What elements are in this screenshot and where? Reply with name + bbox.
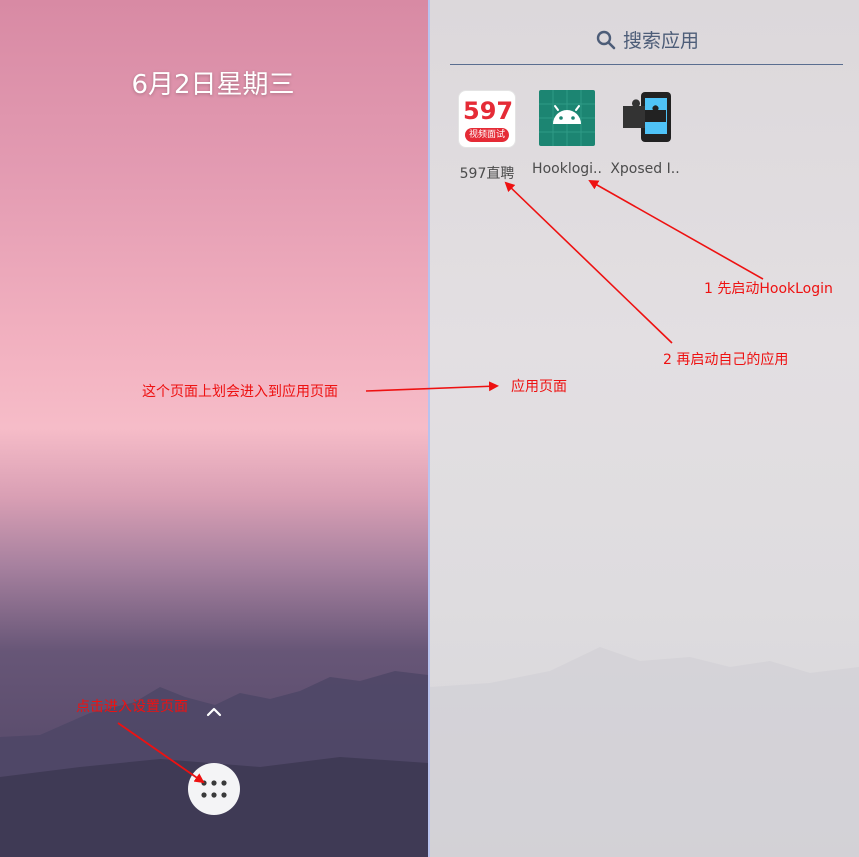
- app-597zhipin[interactable]: 597 视频面试 597直聘: [447, 90, 527, 183]
- xposed-puzzle-app-icon: [617, 90, 673, 146]
- annotation-swipe-up: 这个页面上划会进入到应用页面: [142, 384, 338, 400]
- home-screen[interactable]: 6月2日星期三: [0, 0, 428, 857]
- annotation-step2: 2 再启动自己的应用: [663, 352, 789, 368]
- 597-zhipin-app-icon: 597 视频面试: [458, 90, 516, 148]
- app-label: Xposed I..: [610, 161, 680, 177]
- mountain-silhouette: [0, 671, 428, 857]
- app-xposed-installer[interactable]: Xposed I..: [605, 90, 685, 177]
- android-app-icon: [539, 90, 595, 146]
- icon-text-597: 597: [463, 97, 514, 125]
- apps-grid-icon: [201, 780, 227, 798]
- search-icon: [596, 30, 616, 49]
- app-hooklogin[interactable]: Hooklogi..: [527, 90, 607, 177]
- chevron-up-icon[interactable]: [204, 704, 224, 718]
- annotation-tap-settings: 点击进入设置页面: [76, 699, 188, 715]
- search-placeholder: 搜索应用: [623, 30, 700, 52]
- annotation-app-page: 应用页面: [511, 379, 567, 395]
- search-bar[interactable]: 搜索应用: [450, 24, 843, 65]
- app-label: 597直聘: [459, 166, 515, 182]
- date-label: 6月2日星期三: [131, 70, 295, 100]
- drawer-hills-background: [430, 647, 859, 857]
- annotation-step1: 1 先启动HookLogin: [704, 281, 833, 297]
- app-drawer-button[interactable]: [188, 763, 240, 815]
- app-label: Hooklogi..: [532, 161, 602, 177]
- icon-text-video-interview: 视频面试: [465, 128, 509, 142]
